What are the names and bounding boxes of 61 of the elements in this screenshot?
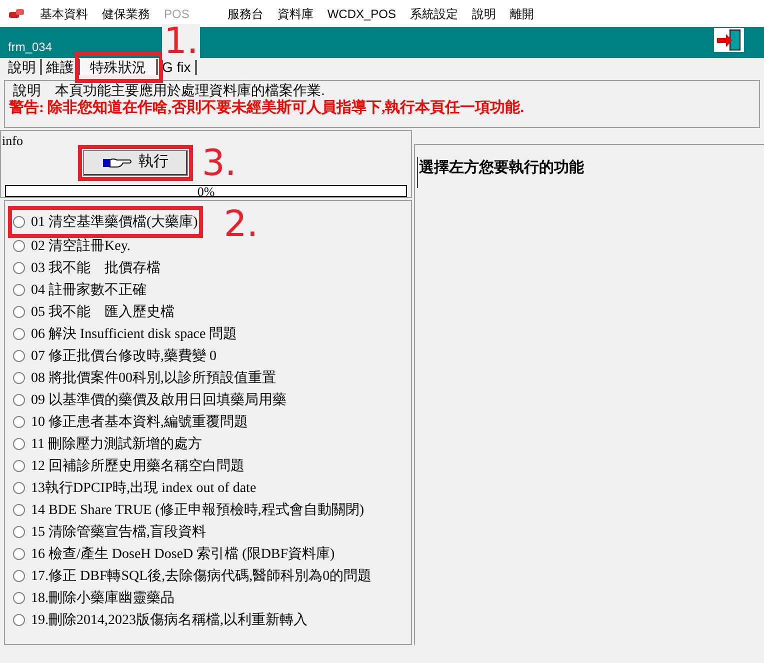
radio-button[interactable]: [13, 438, 25, 450]
radio-button[interactable]: [13, 570, 25, 582]
radio-option[interactable]: 09 以基準價的藥價及啟用日回填藥局用藥: [13, 389, 411, 411]
app-logo-icon: [8, 8, 26, 20]
menu-item[interactable]: 系統設定: [410, 4, 458, 22]
warning-text: 警告: 除非您知道在作啥,否則不要未經美斯可人員指導下,執行本頁任一項功能.: [9, 99, 525, 117]
radio-option[interactable]: 19.刪除2014,2023版傷病名稱檔,以利重新轉入: [13, 609, 411, 631]
radio-option[interactable]: 01 清空基準藥價檔(大藥庫): [13, 211, 198, 233]
radio-button[interactable]: [13, 614, 25, 626]
menu-item[interactable]: WCDX_POS: [327, 4, 396, 22]
progress-reading: 0%: [197, 184, 215, 200]
radio-button[interactable]: [13, 526, 25, 538]
step-number: 1.: [162, 24, 200, 60]
menu-item[interactable]: 說明: [472, 4, 496, 22]
radio-option[interactable]: 17.修正 DBF轉SQL後,去除傷病代碼,醫師科別為0的問題: [13, 565, 411, 587]
radio-button[interactable]: [13, 548, 25, 560]
radio-button[interactable]: [13, 394, 25, 406]
radio-option[interactable]: 03 我不能 批價存檔: [13, 257, 411, 279]
radio-option[interactable]: 06 解決 Insufficient disk space 問題: [13, 323, 411, 345]
radio-option[interactable]: 05 我不能 匯入歷史檔: [13, 301, 411, 323]
exit-door-icon[interactable]: [714, 28, 744, 52]
radio-option[interactable]: 12 回補診所歷史用藥名稱空白問題: [13, 455, 411, 477]
group-caption: info: [2, 132, 24, 150]
radio-button[interactable]: [13, 328, 25, 340]
radio-button[interactable]: [13, 372, 25, 384]
radio-button[interactable]: [13, 216, 25, 228]
radio-button[interactable]: [13, 306, 25, 318]
radio-button[interactable]: [13, 416, 25, 428]
radio-button[interactable]: [13, 350, 25, 362]
radio-button[interactable]: [13, 482, 25, 494]
radio-option[interactable]: 18.刪除小藥庫幽靈藥品: [13, 587, 411, 609]
radio-option[interactable]: 16 檢查/產生 DoseH DoseD 索引檔 (限DBF資料庫): [13, 543, 411, 565]
tab[interactable]: G fix: [158, 59, 197, 75]
menu-item[interactable]: 離開: [510, 4, 534, 22]
radio-button[interactable]: [13, 240, 25, 252]
radio-option[interactable]: 04 註冊家數不正確: [13, 279, 411, 301]
result-text: 選擇左方您要執行的功能: [417, 157, 764, 188]
group-caption: 說明: [12, 81, 41, 99]
radio-button[interactable]: [13, 460, 25, 472]
window-title: frm_034: [8, 39, 52, 56]
radio-option[interactable]: 11 刪除壓力測試新增的處方: [13, 433, 411, 455]
radio-option[interactable]: 08 將批價案件00科別,以診所預設值重置: [13, 367, 411, 389]
radio-option[interactable]: 15 清除管藥宣告檔,盲段資料: [13, 521, 411, 543]
radio-option[interactable]: 14 BDE Share TRUE (修正申報預檢時,程式會自動關閉): [13, 499, 411, 521]
description-text: 本頁功能主要應用於處理資料庫的檔案作業.: [55, 81, 325, 98]
radio-button[interactable]: [13, 284, 25, 296]
menu-item[interactable]: 基本資料: [40, 4, 88, 22]
menu-item[interactable]: 健保業務: [102, 4, 150, 22]
tab[interactable]: 說明: [4, 59, 42, 75]
radio-button[interactable]: [13, 592, 25, 604]
step-number: 3.: [202, 146, 236, 182]
tab[interactable]: 特殊狀況: [80, 59, 158, 75]
execute-button[interactable]: 執行: [83, 150, 188, 176]
radio-option[interactable]: 07 修正批價台修改時,藥費變 0: [13, 345, 411, 367]
menu-item[interactable]: 服務台: [227, 4, 264, 22]
radio-option[interactable]: 10 修正患者基本資料,編號重覆問題: [13, 411, 411, 433]
menu-item[interactable]: 資料庫: [277, 4, 314, 22]
pointing-hand-icon: [102, 156, 132, 168]
radio-button[interactable]: [13, 262, 25, 274]
radio-button[interactable]: [13, 504, 25, 516]
radio-option[interactable]: 13執行DPCIP時,出現 index out of date: [13, 477, 411, 499]
